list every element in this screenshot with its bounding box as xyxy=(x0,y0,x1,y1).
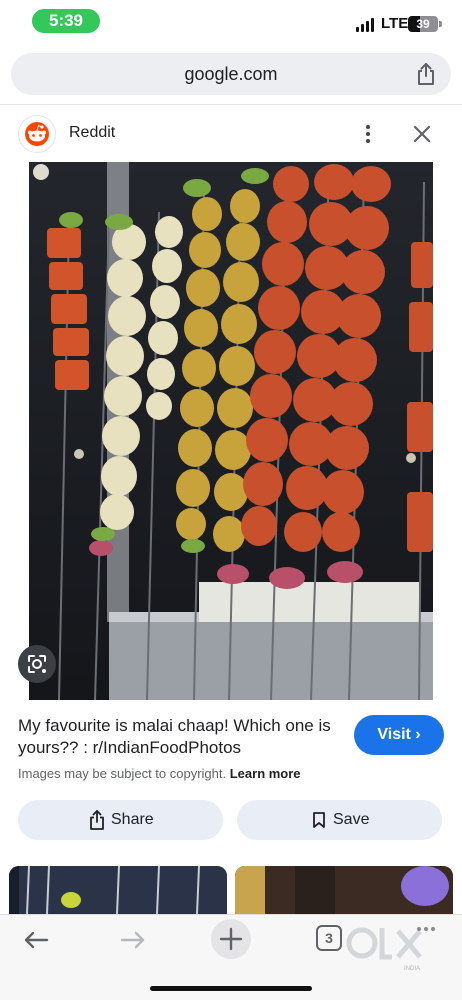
source-name[interactable]: Reddit xyxy=(69,124,115,142)
home-indicator xyxy=(150,986,312,991)
share-icon[interactable] xyxy=(415,62,437,86)
battery-percent: 39 xyxy=(416,17,430,31)
divider xyxy=(0,104,462,105)
more-vertical-icon[interactable] xyxy=(358,122,378,146)
share-label: Share xyxy=(111,811,154,828)
save-button[interactable]: Save xyxy=(237,800,442,840)
save-label: Save xyxy=(333,811,370,828)
result-image[interactable] xyxy=(29,162,433,700)
plus-icon[interactable] xyxy=(211,919,251,959)
copyright-text: Images may be subject to copyright. xyxy=(18,766,227,781)
copyright-notice: Images may be subject to copyright. Lear… xyxy=(18,766,301,781)
back-arrow-icon[interactable] xyxy=(21,925,51,955)
result-title[interactable]: My favourite is malai chaap! Which one i… xyxy=(18,715,338,759)
network-type: LTE xyxy=(381,15,409,32)
url-text[interactable]: google.com xyxy=(11,64,451,85)
visit-button[interactable]: Visit › xyxy=(354,715,444,755)
tab-switcher-button[interactable]: 3 xyxy=(316,925,342,951)
reddit-icon xyxy=(18,115,56,153)
share-button[interactable]: Share xyxy=(18,800,223,840)
google-lens-icon[interactable] xyxy=(18,645,56,683)
close-icon[interactable] xyxy=(410,122,434,146)
address-bar[interactable]: google.com xyxy=(11,53,451,95)
share-icon xyxy=(90,810,104,830)
forward-arrow-icon[interactable] xyxy=(118,925,148,955)
battery-icon: 39 xyxy=(408,16,442,32)
signal-bars-icon xyxy=(356,18,376,32)
bookmark-icon xyxy=(313,812,325,828)
screen: 5:39 LTE 39 google.com Reddit My favouri… xyxy=(0,0,462,1000)
source-header: Reddit xyxy=(0,110,462,158)
watermark-subtext: INDIA xyxy=(404,966,420,972)
clock: 5:39 xyxy=(32,9,100,33)
status-bar: 5:39 LTE 39 xyxy=(0,0,462,44)
olx-watermark-logo: INDIA xyxy=(346,923,436,973)
related-image-thumbnail[interactable] xyxy=(235,866,453,914)
related-image-thumbnail[interactable] xyxy=(9,866,227,914)
learn-more-link[interactable]: Learn more xyxy=(230,766,301,781)
